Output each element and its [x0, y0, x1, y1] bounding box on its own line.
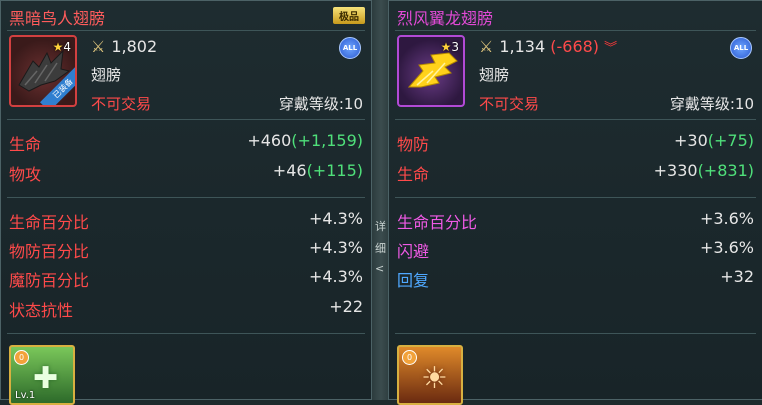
stat-value: +4.3% [308, 209, 363, 228]
stat-label: 物攻 [9, 165, 42, 184]
wear-requirement: 穿戴等级:10 [669, 95, 754, 113]
background-text: 详 [375, 220, 386, 233]
stat-label: 状态抗性 [9, 301, 74, 320]
divider [7, 197, 365, 198]
stat-value: +30 [673, 131, 708, 150]
attack-power: ⚔ 1,802 [91, 37, 157, 56]
extra-stat-row: 物防百分比 +4.3% [9, 238, 363, 261]
stat-value: +4.3% [308, 238, 363, 257]
stat-value: +3.6% [699, 238, 754, 257]
stat-bonus: (+1,159) [291, 131, 363, 150]
rune-card[interactable]: 0 ✚ Lv.1 [9, 345, 75, 405]
crossed-swords-icon: ⚔ [479, 37, 494, 56]
wear-requirement: 穿戴等级:10 [278, 95, 363, 113]
item-icon-frame: ★3 [397, 35, 465, 107]
stat-label: 生命百分比 [9, 213, 90, 232]
divider [395, 197, 756, 198]
all-class-badge: ALL [730, 37, 752, 59]
extra-stat-row: 魔防百分比 +4.3% [9, 267, 363, 290]
all-class-badge: ALL [339, 37, 361, 59]
stat-value: +4.3% [308, 267, 363, 286]
cross-emblem-icon: ✚ [33, 361, 59, 396]
stat-bonus: (+115) [306, 161, 363, 180]
stat-value: +22 [329, 297, 363, 316]
trade-status: 不可交易 [479, 95, 540, 113]
equipped-item-tooltip: 黑暗鸟人翅膀 极品 ★4 已装备 ⚔ 1,802 ALL 翅膀 不可交易 穿戴等级… [0, 0, 372, 405]
stat-value: +3.6% [699, 209, 754, 228]
medal-icon: 0 [402, 350, 417, 365]
trade-status: 不可交易 [91, 95, 152, 113]
divider [7, 119, 365, 120]
compared-item-tooltip: 烈风翼龙翅膀 ★3 ⚔ 1,134 (-668) ︾ ALL 翅膀 不可交易 穿戴… [388, 0, 762, 405]
stat-value: +330 [653, 161, 698, 180]
stat-bonus: (+831) [697, 161, 754, 180]
stat-label: 生命 [397, 165, 430, 184]
flame-character-icon: ☀ [421, 361, 448, 396]
stat-label: 物防 [397, 135, 430, 154]
stat-label: 物防百分比 [9, 242, 90, 261]
divider [395, 30, 756, 31]
stat-value: +460 [247, 131, 292, 150]
stat-label: 闪避 [397, 242, 430, 261]
extra-stat-row: 状态抗性 +22 [9, 297, 363, 320]
crossed-swords-icon: ⚔ [91, 37, 106, 56]
extra-stat-row: 生命百分比 +3.6% [397, 209, 754, 232]
item-category: 翅膀 [479, 66, 510, 84]
extra-stat-row: 闪避 +3.6% [397, 238, 754, 261]
base-stat-row: 物攻 +46(+115) [9, 161, 363, 184]
item-category: 翅膀 [91, 66, 122, 84]
base-stat-row: 生命 +460(+1,159) [9, 131, 363, 154]
medal-icon: 0 [14, 350, 29, 365]
dark-wing-icon [18, 49, 71, 92]
base-stat-row: 物防 +30(+75) [397, 131, 754, 154]
base-stat-row: 生命 +330(+831) [397, 161, 754, 184]
stat-label: 生命 [9, 135, 42, 154]
grade-badge: 极品 [333, 7, 365, 24]
extra-stat-row: 生命百分比 +4.3% [9, 209, 363, 232]
extra-stat-row: 回复 +32 [397, 267, 754, 290]
stat-label: 回复 [397, 271, 430, 290]
divider [395, 333, 756, 334]
stat-value: +32 [720, 267, 754, 286]
attack-power: ⚔ 1,134 (-668) ︾ [479, 37, 617, 56]
divider [7, 333, 365, 334]
divider [7, 30, 365, 31]
item-name: 烈风翼龙翅膀 [397, 9, 494, 28]
divider [395, 119, 756, 120]
item-icon-frame: ★4 已装备 [9, 35, 77, 107]
card-level: Lv.1 [15, 390, 36, 401]
double-chevron-down-icon: ︾ [604, 41, 618, 56]
stat-bonus: (+75) [707, 131, 754, 150]
attack-value: 1,134 [499, 37, 546, 56]
stat-value: +46 [272, 161, 307, 180]
rune-card[interactable]: 0 ☀ [397, 345, 463, 405]
background-text: < [375, 262, 385, 275]
attack-diff: (-668) [550, 37, 600, 56]
stat-label: 魔防百分比 [9, 271, 90, 290]
stat-label: 生命百分比 [397, 213, 478, 232]
yellow-wing-icon [407, 52, 458, 88]
background-text: 细 [375, 242, 386, 255]
attack-value: 1,802 [111, 37, 158, 56]
item-name: 黑暗鸟人翅膀 [9, 9, 106, 28]
